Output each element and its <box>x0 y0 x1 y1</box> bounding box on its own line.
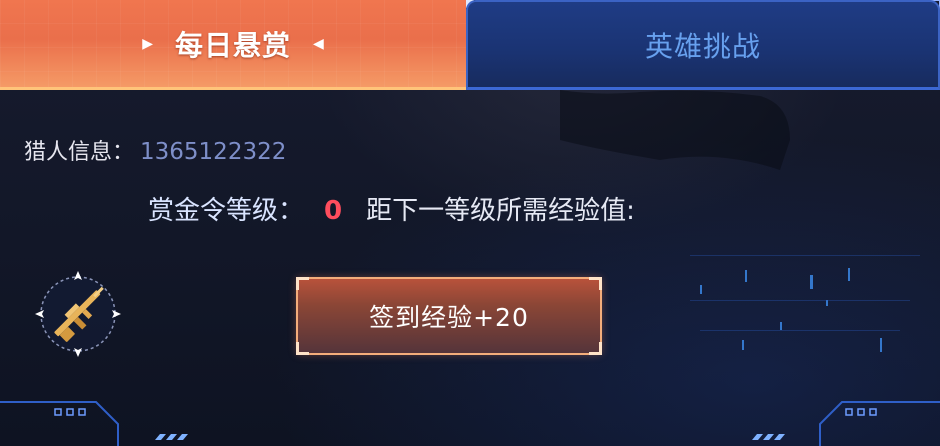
next-level-exp-label: 距下一等级所需经验值: <box>366 196 635 226</box>
tab-daily-bounty-label: 每日悬赏 <box>174 28 291 62</box>
bounty-level-label: 赏金令等级： <box>148 196 305 226</box>
triangle-left-icon: ◀ <box>313 35 324 52</box>
bounty-level-row: 赏金令等级： 0 距下一等级所需经验值: <box>148 190 635 227</box>
hunter-id: 1365122322 <box>140 139 287 165</box>
bounty-panel: ▶ 每日悬赏 ◀ 英雄挑战 猎人信息： 1365122322 赏金令等级： 0 … <box>0 0 940 446</box>
hunter-info: 猎人信息： 1365122322 <box>24 134 286 166</box>
sign-in-exp-label: 签到经验+20 <box>369 303 529 332</box>
tab-daily-bounty[interactable]: ▶ 每日悬赏 ◀ <box>0 0 466 90</box>
tab-hero-challenge-label: 英雄挑战 <box>644 29 761 63</box>
hunter-info-label: 猎人信息： <box>24 140 135 165</box>
button-corner-decoration <box>589 277 602 290</box>
triangle-right-icon: ▶ <box>142 35 153 52</box>
bounty-level-value: 0 <box>324 196 343 226</box>
button-corner-decoration <box>589 342 602 355</box>
tab-hero-challenge[interactable]: 英雄挑战 <box>466 0 940 90</box>
button-corner-decoration <box>296 277 309 290</box>
rifle-crosshair-icon <box>35 271 121 357</box>
button-corner-decoration <box>296 342 309 355</box>
sign-in-exp-button[interactable]: 签到经验+20 <box>296 277 602 355</box>
